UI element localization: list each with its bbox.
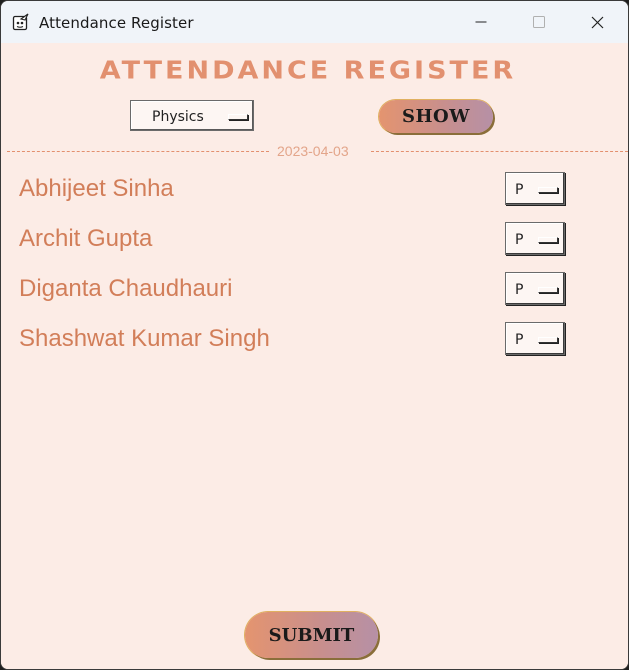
dropdown-indicator-icon <box>538 287 558 293</box>
status-dropdown-value: P <box>515 232 524 248</box>
page-heading: ATTENDANCE REGISTER <box>99 56 517 85</box>
subject-dropdown[interactable]: Physics <box>130 100 254 131</box>
status-dropdown[interactable]: P <box>505 222 565 255</box>
status-dropdown[interactable]: P <box>505 272 565 305</box>
status-dropdown-value: P <box>515 332 524 348</box>
student-row: Archit Gupta P <box>1 222 628 275</box>
status-dropdown[interactable]: P <box>505 172 565 205</box>
status-dropdown[interactable]: P <box>505 322 565 355</box>
close-icon <box>591 16 603 28</box>
dropdown-indicator-icon <box>538 187 558 193</box>
student-name: Diganta Chaudhauri <box>19 275 233 302</box>
student-name: Shashwat Kumar Singh <box>19 325 270 352</box>
dropdown-indicator-icon <box>538 337 558 343</box>
student-row: Shashwat Kumar Singh P <box>1 322 628 375</box>
student-row: Diganta Chaudhauri P <box>1 272 628 325</box>
window-title: Attendance Register <box>39 14 194 32</box>
maximize-icon <box>533 16 545 28</box>
attendance-date: 2023-04-03 <box>277 143 349 159</box>
dashed-divider-right <box>371 151 628 152</box>
dropdown-indicator-icon <box>538 237 558 243</box>
dashed-divider-left <box>7 151 269 152</box>
minimize-icon <box>475 21 487 23</box>
app-window: Attendance Register ATTENDANCE REGISTER … <box>0 0 629 670</box>
close-button[interactable] <box>568 1 626 43</box>
maximize-button[interactable] <box>510 1 568 43</box>
minimize-button[interactable] <box>452 1 510 43</box>
status-dropdown-value: P <box>515 182 524 198</box>
status-dropdown-value: P <box>515 282 524 298</box>
show-button[interactable]: SHOW <box>379 100 493 133</box>
app-feather-icon <box>12 13 29 31</box>
dropdown-indicator-icon <box>228 114 248 120</box>
date-separator: 2023-04-03 <box>7 142 628 162</box>
student-name: Archit Gupta <box>19 225 153 252</box>
student-row: Abhijeet Sinha P <box>1 172 628 225</box>
student-name: Abhijeet Sinha <box>19 175 174 202</box>
submit-button[interactable]: SUBMIT <box>245 612 378 658</box>
title-bar[interactable]: Attendance Register <box>1 1 628 43</box>
main-content: ATTENDANCE REGISTER Physics SHOW 2023-04… <box>1 43 628 669</box>
subject-dropdown-value: Physics <box>152 109 204 125</box>
